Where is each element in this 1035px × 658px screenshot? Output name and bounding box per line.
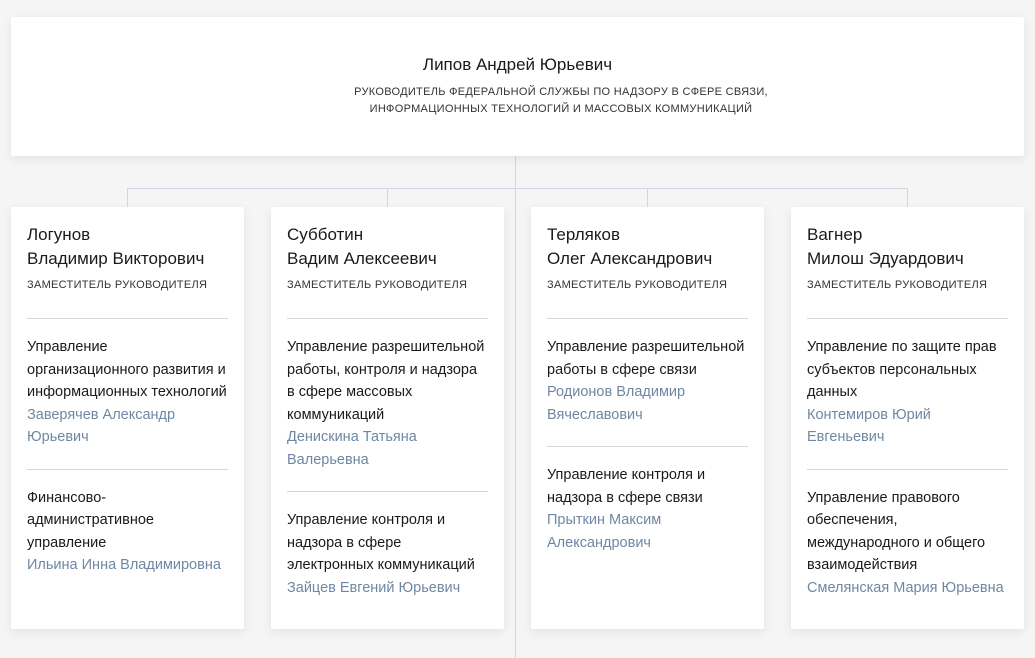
connector-drop-2 (387, 188, 388, 207)
unit-item: Управление разрешительной работы в сфере… (547, 319, 748, 446)
unit-head-link[interactable]: Зайцев Евгений Юрьевич (287, 577, 488, 600)
unit-head-link[interactable]: Родионов Владимир Вячеславович (547, 381, 748, 426)
deputy-given-name: Олег Александрович (547, 249, 713, 268)
deputy-name: Логунов Владимир Викторович (27, 223, 228, 271)
deputy-name: Субботин Вадим Алексеевич (287, 223, 488, 271)
deputy-role: Заместитель руководителя (287, 279, 468, 291)
deputy-surname: Субботин (287, 225, 364, 244)
deputy-given-name: Владимир Викторович (27, 249, 205, 268)
unit-item: Управление по защите прав субъектов перс… (807, 319, 1008, 469)
deputy-surname: Вагнер (807, 225, 863, 244)
unit-item: Управление организационного развития и и… (27, 319, 228, 469)
connector-drop-3 (647, 188, 648, 207)
deputy-role: Заместитель руководителя (807, 279, 988, 291)
unit-item: Финансово-административное управление Ил… (27, 470, 228, 597)
unit-name: Управление разрешительной работы в сфере… (547, 339, 745, 378)
deputy-card-subbotin: Субботин Вадим Алексеевич Заместитель ру… (271, 207, 504, 629)
unit-head-link[interactable]: Контемиров Юрий Евгеньевич (807, 404, 1008, 449)
connector-drop-1 (127, 188, 128, 207)
deputy-given-name: Вадим Алексеевич (287, 249, 437, 268)
unit-name: Управление контроля и надзора в сфере св… (547, 467, 706, 506)
deputy-name: Вагнер Милош Эдуардович (807, 223, 1008, 271)
deputy-surname: Логунов (27, 225, 91, 244)
unit-name: Управление организационного развития и и… (27, 339, 227, 400)
connector-drop-4 (907, 188, 908, 207)
unit-item: Управление разрешительной работы, контро… (287, 319, 488, 491)
head-title: Руководитель Федеральной службы по надзо… (354, 86, 768, 115)
head-card: Липов Андрей Юрьевич Руководитель Федера… (11, 17, 1024, 156)
unit-name: Управление разрешительной работы, контро… (287, 339, 485, 423)
unit-head-link[interactable]: Смелянская Мария Юрьевна (807, 577, 1008, 600)
unit-name: Управление правового обеспечения, междун… (807, 489, 986, 574)
unit-name: Финансово-административное управление (27, 489, 154, 551)
unit-item: Управление контроля и надзора в сфере св… (547, 447, 748, 574)
deputy-role: Заместитель руководителя (27, 279, 208, 291)
head-name: Липов Андрей Юрьевич (422, 55, 613, 74)
deputy-name: Терляков Олег Александрович (547, 223, 748, 271)
unit-name: Управление контроля и надзора в сфере эл… (287, 512, 475, 573)
deputy-given-name: Милош Эдуардович (807, 249, 964, 268)
unit-head-link[interactable]: Ильина Инна Владимировна (27, 554, 228, 577)
deputy-card-logunov: Логунов Владимир Викторович Заместитель … (11, 207, 244, 629)
connector-trunk (515, 156, 516, 658)
unit-head-link[interactable]: Прыткин Максим Александрович (547, 509, 748, 554)
unit-item: Управление правового обеспечения, междун… (807, 470, 1008, 620)
unit-head-link[interactable]: Заверячев Александр Юрьевич (27, 404, 228, 449)
unit-name: Управление по защите прав субъектов перс… (807, 339, 997, 400)
deputy-role: Заместитель руководителя (547, 279, 728, 291)
connector-horizontal (127, 188, 908, 189)
deputy-surname: Терляков (547, 225, 620, 244)
deputy-card-terlyakov: Терляков Олег Александрович Заместитель … (531, 207, 764, 629)
deputy-card-vagner: Вагнер Милош Эдуардович Заместитель руко… (791, 207, 1024, 629)
unit-item: Управление контроля и надзора в сфере эл… (287, 492, 488, 619)
unit-head-link[interactable]: Денискина Татьяна Валерьевна (287, 426, 488, 471)
